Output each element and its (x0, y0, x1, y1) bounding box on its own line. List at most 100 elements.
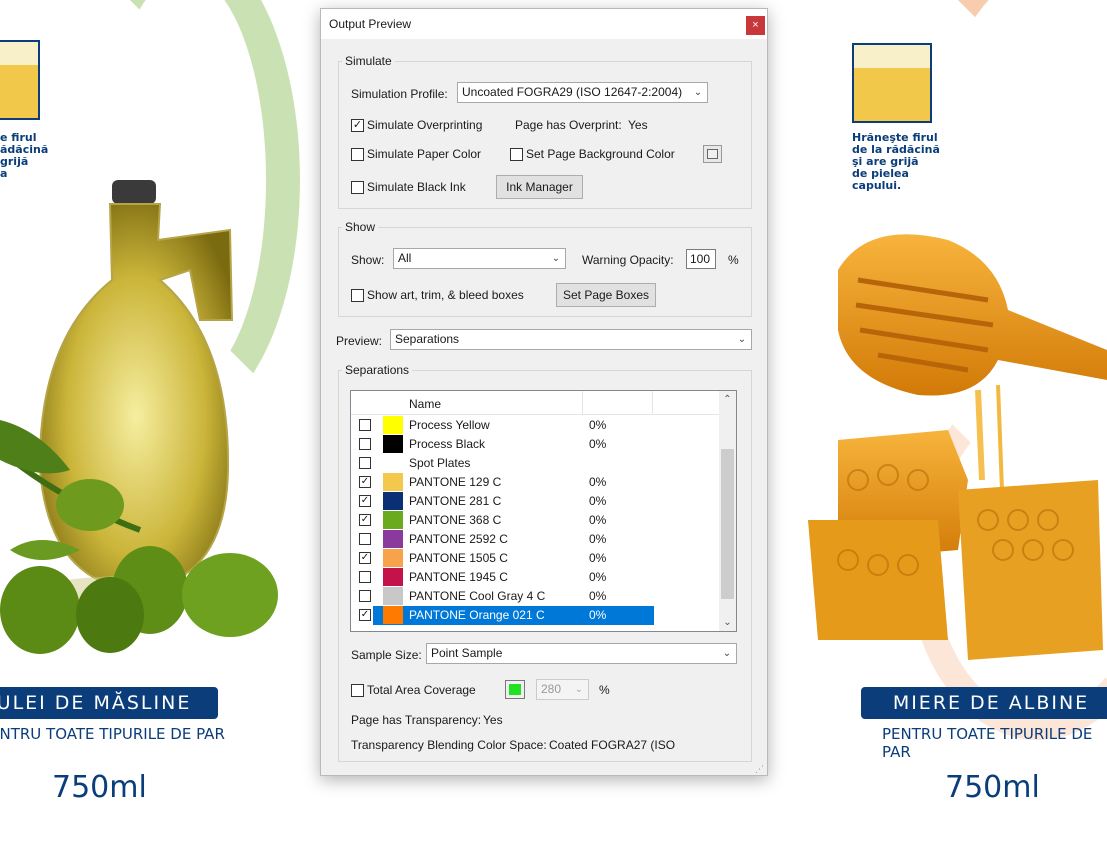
show-select[interactable]: All ⌄ (393, 248, 566, 269)
total-coverage-value: 280 (541, 682, 562, 696)
preview-select[interactable]: Separations ⌄ (390, 329, 752, 350)
separation-row[interactable]: Spot Plates (351, 454, 721, 473)
separation-name: Process Black (409, 437, 486, 451)
dialog-title: Output Preview (329, 17, 412, 31)
right-product-subtitle: PENTRU TOATE TIPURILE DE PAR (882, 725, 1093, 761)
separations-scrollbar[interactable]: ⌃ ⌄ (719, 391, 736, 631)
separation-swatch (383, 606, 403, 624)
preview-label: Preview: (336, 334, 383, 348)
separation-row[interactable]: ✓ PANTONE 281 C 0% (351, 492, 721, 511)
separation-swatch (383, 416, 403, 434)
total-coverage-percent: % (599, 683, 610, 697)
simulation-profile-select[interactable]: Uncoated FOGRA29 (ISO 12647-2:2004) ⌄ (457, 82, 708, 103)
separation-row[interactable]: ✓ PANTONE Orange 021 C 0% (351, 606, 721, 625)
separation-checkbox[interactable]: ✓ (359, 476, 371, 488)
separations-header: Name (351, 391, 721, 415)
right-logo (852, 43, 932, 123)
chevron-down-icon: ⌄ (551, 253, 561, 264)
separation-row[interactable]: ✓ PANTONE 129 C 0% (351, 473, 721, 492)
total-coverage-label[interactable]: Total Area Coverage (367, 683, 476, 697)
separation-name: PANTONE 281 C (409, 494, 502, 508)
olive-oil-bottle-image (0, 180, 278, 654)
left-product-subtitle: ENTRU TOATE TIPURILE DE PAR (0, 725, 225, 743)
separation-row[interactable]: PANTONE 2592 C 0% (351, 530, 721, 549)
separation-name: PANTONE 2592 C (409, 532, 508, 546)
scroll-thumb[interactable] (721, 449, 734, 599)
page-transparency-label: Page has Transparency: (351, 713, 482, 727)
warning-opacity-percent: % (728, 253, 739, 267)
dialog-titlebar[interactable]: Output Preview × (321, 9, 767, 39)
show-group (338, 227, 752, 317)
separation-percent: 0% (589, 608, 607, 622)
separation-percent: 0% (589, 532, 607, 546)
chevron-down-icon: ⌄ (693, 87, 703, 98)
right-logo-text: Hrăneşte firul de la rădăcină şi are gri… (852, 131, 940, 192)
left-logo (0, 40, 40, 120)
separation-swatch (383, 530, 403, 548)
separation-swatch (383, 473, 403, 491)
separation-percent: 0% (589, 475, 607, 489)
separation-checkbox[interactable]: ✓ (359, 514, 371, 526)
scroll-down-icon[interactable]: ⌄ (719, 614, 736, 631)
separation-row[interactable]: Process Yellow 0% (351, 416, 721, 435)
chevron-down-icon: ⌄ (737, 334, 747, 345)
show-label: Show: (351, 253, 385, 267)
total-coverage-checkbox[interactable] (351, 684, 364, 697)
total-coverage-select[interactable]: 280 ⌄ (536, 679, 589, 700)
show-boxes-checkbox[interactable] (351, 289, 364, 302)
page-background-label[interactable]: Set Page Background Color (526, 147, 675, 161)
page-background-checkbox[interactable] (510, 148, 523, 161)
warning-opacity-input[interactable]: 100 (686, 249, 716, 269)
simulation-profile-label: Simulation Profile: (351, 87, 448, 101)
close-icon: × (752, 19, 759, 31)
separation-row[interactable]: ✓ PANTONE 1505 C 0% (351, 549, 721, 568)
set-page-boxes-button[interactable]: Set Page Boxes (556, 283, 656, 307)
separation-name: PANTONE 1945 C (409, 570, 508, 584)
scroll-up-icon[interactable]: ⌃ (719, 391, 736, 408)
ink-manager-button[interactable]: Ink Manager (496, 175, 583, 199)
simulate-paper-color-checkbox[interactable] (351, 148, 364, 161)
right-product-volume: 750ml (945, 770, 1040, 805)
separation-row[interactable]: PANTONE Cool Gray 4 C 0% (351, 587, 721, 606)
preview-value: Separations (395, 332, 460, 346)
separation-checkbox[interactable] (359, 590, 371, 602)
separation-percent: 0% (589, 437, 607, 451)
page-overprint-value: Yes (628, 118, 648, 132)
separation-name: PANTONE Cool Gray 4 C (409, 589, 546, 603)
separation-checkbox[interactable] (359, 419, 371, 431)
separation-percent: 0% (589, 494, 607, 508)
separation-checkbox[interactable] (359, 438, 371, 450)
separation-row[interactable]: Process Black 0% (351, 435, 721, 454)
separation-swatch (383, 549, 403, 567)
separation-row[interactable]: PANTONE 1945 C 0% (351, 568, 721, 587)
separation-checkbox[interactable]: ✓ (359, 552, 371, 564)
separation-checkbox[interactable] (359, 571, 371, 583)
left-product-volume: 750ml (52, 770, 147, 805)
sample-size-select[interactable]: Point Sample ⌄ (426, 643, 737, 664)
separation-percent: 0% (589, 570, 607, 584)
chevron-down-icon: ⌄ (722, 648, 732, 659)
blend-space-value: Coated FOGRA27 (ISO (549, 738, 676, 752)
separation-checkbox[interactable] (359, 457, 371, 469)
simulate-paper-color-label[interactable]: Simulate Paper Color (367, 147, 481, 161)
separation-checkbox[interactable]: ✓ (359, 609, 371, 621)
simulate-overprinting-label[interactable]: Simulate Overprinting (367, 118, 482, 132)
simulate-overprinting-checkbox[interactable]: ✓ (351, 119, 364, 132)
page-background-color-swatch[interactable] (703, 145, 722, 163)
honey-image (808, 234, 1107, 660)
column-name-header[interactable]: Name (409, 397, 441, 411)
separation-checkbox[interactable] (359, 533, 371, 545)
close-button[interactable]: × (746, 16, 765, 35)
separation-checkbox[interactable]: ✓ (359, 495, 371, 507)
coverage-color-swatch[interactable] (505, 680, 525, 699)
separations-list[interactable]: Name Process Yellow 0% Process Black 0% Spot… (350, 390, 737, 632)
separations-legend: Separations (342, 363, 413, 377)
separation-name: Process Yellow (409, 418, 490, 432)
separation-percent: 0% (589, 589, 607, 603)
simulate-black-ink-label[interactable]: Simulate Black Ink (367, 180, 466, 194)
show-boxes-label[interactable]: Show art, trim, & bleed boxes (367, 288, 524, 302)
separation-row[interactable]: ✓ PANTONE 368 C 0% (351, 511, 721, 530)
simulate-black-ink-checkbox[interactable] (351, 181, 364, 194)
resize-grip-icon[interactable]: ⋰ (755, 764, 765, 774)
show-legend: Show (342, 220, 379, 234)
